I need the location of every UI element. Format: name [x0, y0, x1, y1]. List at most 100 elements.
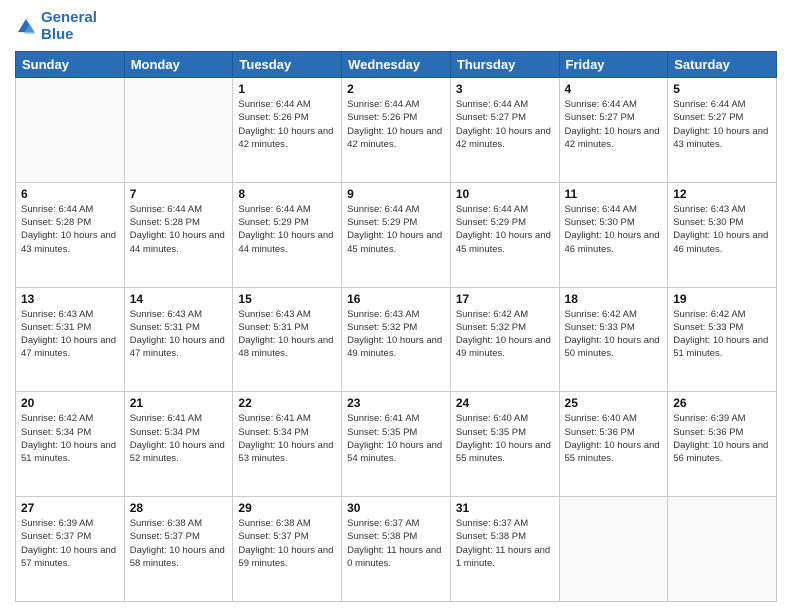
calendar-day-cell: 11 Sunrise: 6:44 AM Sunset: 5:30 PM Dayli…: [559, 182, 668, 287]
day-number: 25: [565, 396, 663, 410]
day-number: 22: [238, 396, 336, 410]
day-info: Sunrise: 6:41 AM Sunset: 5:34 PM Dayligh…: [130, 412, 228, 465]
header: General Blue: [15, 10, 777, 43]
day-number: 18: [565, 292, 663, 306]
day-info: Sunrise: 6:40 AM Sunset: 5:35 PM Dayligh…: [456, 412, 554, 465]
page: General Blue SundayMondayTuesdayWednesda…: [0, 0, 792, 612]
calendar-week-row: 1 Sunrise: 6:44 AM Sunset: 5:26 PM Daylig…: [16, 78, 777, 183]
day-number: 11: [565, 187, 663, 201]
calendar-day-header: Wednesday: [342, 52, 451, 78]
calendar-week-row: 13 Sunrise: 6:43 AM Sunset: 5:31 PM Dayli…: [16, 287, 777, 392]
calendar-day-cell: 27Sunrise: 6:39 AM Sunset: 5:37 PM Dayli…: [16, 497, 125, 602]
day-info: Sunrise: 6:44 AM Sunset: 5:29 PM Dayligh…: [238, 203, 336, 256]
day-number: 19: [673, 292, 771, 306]
day-number: 3: [456, 82, 554, 96]
calendar-day-cell: 26 Sunrise: 6:39 AM Sunset: 5:36 PM Dayli…: [668, 392, 777, 497]
calendar-day-cell: 8 Sunrise: 6:44 AM Sunset: 5:29 PM Daylig…: [233, 182, 342, 287]
calendar-day-cell: 30 Sunrise: 6:37 AM Sunset: 5:38 PM Dayli…: [342, 497, 451, 602]
day-info: Sunrise: 6:44 AM Sunset: 5:26 PM Dayligh…: [238, 98, 336, 151]
calendar-day-header: Saturday: [668, 52, 777, 78]
calendar-day-cell: 19 Sunrise: 6:42 AM Sunset: 5:33 PM Dayli…: [668, 287, 777, 392]
calendar-day-cell: 7Sunrise: 6:44 AM Sunset: 5:28 PM Daylig…: [124, 182, 233, 287]
calendar-day-cell: 4 Sunrise: 6:44 AM Sunset: 5:27 PM Daylig…: [559, 78, 668, 183]
day-info: Sunrise: 6:43 AM Sunset: 5:30 PM Dayligh…: [673, 203, 771, 256]
calendar-day-cell: 5 Sunrise: 6:44 AM Sunset: 5:27 PM Daylig…: [668, 78, 777, 183]
day-info: Sunrise: 6:44 AM Sunset: 5:28 PM Dayligh…: [130, 203, 228, 256]
day-number: 20: [21, 396, 119, 410]
calendar-day-cell: 14 Sunrise: 6:43 AM Sunset: 5:31 PM Dayli…: [124, 287, 233, 392]
calendar-week-row: 6 Sunrise: 6:44 AM Sunset: 5:28 PM Daylig…: [16, 182, 777, 287]
calendar-day-cell: 12 Sunrise: 6:43 AM Sunset: 5:30 PM Dayli…: [668, 182, 777, 287]
day-info: Sunrise: 6:42 AM Sunset: 5:34 PM Dayligh…: [21, 412, 119, 465]
calendar-day-header: Sunday: [16, 52, 125, 78]
calendar-header-row: SundayMondayTuesdayWednesdayThursdayFrid…: [16, 52, 777, 78]
day-info: Sunrise: 6:39 AM Sunset: 5:36 PM Dayligh…: [673, 412, 771, 465]
day-info: Sunrise: 6:44 AM Sunset: 5:29 PM Dayligh…: [347, 203, 445, 256]
calendar-day-cell: 28Sunrise: 6:38 AM Sunset: 5:37 PM Dayli…: [124, 497, 233, 602]
calendar-day-cell: 29Sunrise: 6:38 AM Sunset: 5:37 PM Dayli…: [233, 497, 342, 602]
day-info: Sunrise: 6:43 AM Sunset: 5:31 PM Dayligh…: [238, 308, 336, 361]
calendar-day-cell: [668, 497, 777, 602]
day-info: Sunrise: 6:41 AM Sunset: 5:34 PM Dayligh…: [238, 412, 336, 465]
calendar-day-header: Friday: [559, 52, 668, 78]
day-number: 15: [238, 292, 336, 306]
day-number: 6: [21, 187, 119, 201]
calendar-day-cell: 21 Sunrise: 6:41 AM Sunset: 5:34 PM Dayli…: [124, 392, 233, 497]
calendar-day-cell: 15 Sunrise: 6:43 AM Sunset: 5:31 PM Dayli…: [233, 287, 342, 392]
day-info: Sunrise: 6:42 AM Sunset: 5:33 PM Dayligh…: [673, 308, 771, 361]
day-info: Sunrise: 6:44 AM Sunset: 5:26 PM Dayligh…: [347, 98, 445, 151]
calendar-day-cell: 20 Sunrise: 6:42 AM Sunset: 5:34 PM Dayli…: [16, 392, 125, 497]
day-info: Sunrise: 6:43 AM Sunset: 5:31 PM Dayligh…: [130, 308, 228, 361]
day-info: Sunrise: 6:44 AM Sunset: 5:27 PM Dayligh…: [565, 98, 663, 151]
calendar-day-cell: 6 Sunrise: 6:44 AM Sunset: 5:28 PM Daylig…: [16, 182, 125, 287]
day-number: 21: [130, 396, 228, 410]
calendar-day-header: Thursday: [450, 52, 559, 78]
day-number: 31: [456, 501, 554, 515]
day-info: Sunrise: 6:37 AM Sunset: 5:38 PM Dayligh…: [456, 517, 554, 570]
day-info: Sunrise: 6:38 AM Sunset: 5:37 PM Dayligh…: [130, 517, 228, 570]
calendar-week-row: 27Sunrise: 6:39 AM Sunset: 5:37 PM Dayli…: [16, 497, 777, 602]
day-number: 12: [673, 187, 771, 201]
day-number: 9: [347, 187, 445, 201]
calendar-day-cell: [16, 78, 125, 183]
calendar-day-cell: 22 Sunrise: 6:41 AM Sunset: 5:34 PM Dayli…: [233, 392, 342, 497]
day-number: 4: [565, 82, 663, 96]
day-number: 30: [347, 501, 445, 515]
day-info: Sunrise: 6:42 AM Sunset: 5:33 PM Dayligh…: [565, 308, 663, 361]
calendar-day-cell: 2 Sunrise: 6:44 AM Sunset: 5:26 PM Daylig…: [342, 78, 451, 183]
day-number: 1: [238, 82, 336, 96]
day-info: Sunrise: 6:44 AM Sunset: 5:27 PM Dayligh…: [456, 98, 554, 151]
day-info: Sunrise: 6:44 AM Sunset: 5:28 PM Dayligh…: [21, 203, 119, 256]
calendar-day-cell: 25 Sunrise: 6:40 AM Sunset: 5:36 PM Dayli…: [559, 392, 668, 497]
day-info: Sunrise: 6:43 AM Sunset: 5:32 PM Dayligh…: [347, 308, 445, 361]
calendar-day-cell: 10 Sunrise: 6:44 AM Sunset: 5:29 PM Dayli…: [450, 182, 559, 287]
calendar-day-cell: 23Sunrise: 6:41 AM Sunset: 5:35 PM Dayli…: [342, 392, 451, 497]
day-number: 5: [673, 82, 771, 96]
day-info: Sunrise: 6:44 AM Sunset: 5:27 PM Dayligh…: [673, 98, 771, 151]
day-number: 24: [456, 396, 554, 410]
day-number: 17: [456, 292, 554, 306]
day-number: 26: [673, 396, 771, 410]
day-info: Sunrise: 6:44 AM Sunset: 5:29 PM Dayligh…: [456, 203, 554, 256]
day-info: Sunrise: 6:44 AM Sunset: 5:30 PM Dayligh…: [565, 203, 663, 256]
calendar-day-cell: 31 Sunrise: 6:37 AM Sunset: 5:38 PM Dayli…: [450, 497, 559, 602]
day-number: 8: [238, 187, 336, 201]
day-number: 2: [347, 82, 445, 96]
calendar-day-cell: 18 Sunrise: 6:42 AM Sunset: 5:33 PM Dayli…: [559, 287, 668, 392]
day-number: 13: [21, 292, 119, 306]
calendar-day-cell: 13Sunrise: 6:43 AM Sunset: 5:31 PM Dayli…: [16, 287, 125, 392]
logo-text: General Blue: [41, 10, 97, 43]
calendar-table: SundayMondayTuesdayWednesdayThursdayFrid…: [15, 51, 777, 602]
calendar-week-row: 20 Sunrise: 6:42 AM Sunset: 5:34 PM Dayli…: [16, 392, 777, 497]
logo-icon: [15, 16, 37, 38]
calendar-day-header: Monday: [124, 52, 233, 78]
day-info: Sunrise: 6:42 AM Sunset: 5:32 PM Dayligh…: [456, 308, 554, 361]
day-number: 16: [347, 292, 445, 306]
day-number: 14: [130, 292, 228, 306]
calendar-day-cell: 24 Sunrise: 6:40 AM Sunset: 5:35 PM Dayli…: [450, 392, 559, 497]
day-number: 10: [456, 187, 554, 201]
day-info: Sunrise: 6:37 AM Sunset: 5:38 PM Dayligh…: [347, 517, 445, 570]
calendar-day-cell: 9 Sunrise: 6:44 AM Sunset: 5:29 PM Daylig…: [342, 182, 451, 287]
calendar-day-header: Tuesday: [233, 52, 342, 78]
day-info: Sunrise: 6:40 AM Sunset: 5:36 PM Dayligh…: [565, 412, 663, 465]
